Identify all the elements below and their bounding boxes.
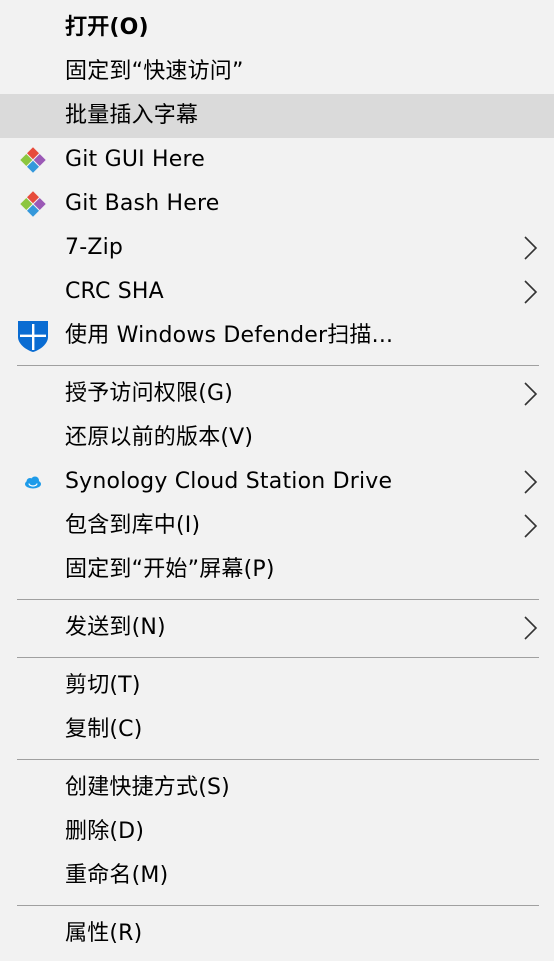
chevron-right-icon	[524, 236, 538, 260]
context-menu: 打开(O) 固定到“快速访问” 批量插入字幕 Git GUI Here Git …	[0, 0, 554, 961]
menu-item-git-bash[interactable]: Git Bash Here	[0, 182, 554, 226]
git-icon	[16, 187, 50, 221]
separator	[0, 592, 554, 606]
menu-item-restore-previous[interactable]: 还原以前的版本(V)	[0, 416, 554, 460]
menu-item-cut[interactable]: 剪切(T)	[0, 664, 554, 708]
menu-item-label: Git Bash Here	[65, 191, 220, 216]
menu-item-properties[interactable]: 属性(R)	[0, 912, 554, 956]
chevron-right-icon	[524, 616, 538, 640]
shield-icon	[16, 319, 50, 353]
cloud-icon	[16, 465, 50, 499]
menu-item-pin-to-start[interactable]: 固定到“开始”屏幕(P)	[0, 548, 554, 592]
menu-item-label: 授予访问权限(G)	[65, 381, 234, 406]
chevron-right-icon	[524, 470, 538, 494]
menu-item-label: 包含到库中(I)	[65, 513, 201, 538]
menu-item-crc-sha[interactable]: CRC SHA	[0, 270, 554, 314]
menu-item-git-gui[interactable]: Git GUI Here	[0, 138, 554, 182]
menu-item-label: CRC SHA	[65, 279, 164, 304]
menu-item-label: 还原以前的版本(V)	[65, 425, 254, 450]
menu-item-copy[interactable]: 复制(C)	[0, 708, 554, 752]
menu-item-label: 属性(R)	[65, 921, 143, 946]
menu-item-label: Synology Cloud Station Drive	[65, 469, 393, 494]
separator	[0, 358, 554, 372]
separator	[0, 650, 554, 664]
menu-item-synology-cloud[interactable]: Synology Cloud Station Drive	[0, 460, 554, 504]
menu-item-label: 7-Zip	[65, 235, 124, 260]
chevron-right-icon	[524, 514, 538, 538]
menu-item-label: 创建快捷方式(S)	[65, 775, 230, 800]
menu-item-label: 批量插入字幕	[65, 103, 199, 128]
menu-item-label: 固定到“开始”屏幕(P)	[65, 557, 275, 582]
menu-item-defender-scan[interactable]: 使用 Windows Defender扫描...	[0, 314, 554, 358]
chevron-right-icon	[524, 280, 538, 304]
menu-item-grant-access[interactable]: 授予访问权限(G)	[0, 372, 554, 416]
menu-item-delete[interactable]: 删除(D)	[0, 810, 554, 854]
menu-item-label: 复制(C)	[65, 717, 143, 742]
menu-item-rename[interactable]: 重命名(M)	[0, 854, 554, 898]
menu-item-label: 使用 Windows Defender扫描...	[65, 323, 394, 348]
menu-item-label: 固定到“快速访问”	[65, 59, 244, 84]
menu-item-label: 重命名(M)	[65, 863, 169, 888]
menu-item-send-to[interactable]: 发送到(N)	[0, 606, 554, 650]
menu-item-batch-insert-subtitles[interactable]: 批量插入字幕	[0, 94, 554, 138]
separator	[0, 752, 554, 766]
menu-item-open[interactable]: 打开(O)	[0, 6, 554, 50]
separator	[0, 898, 554, 912]
menu-item-label: Git GUI Here	[65, 147, 205, 172]
git-icon	[16, 143, 50, 177]
menu-item-label: 发送到(N)	[65, 615, 166, 640]
menu-item-label: 打开(O)	[65, 15, 149, 40]
menu-item-create-shortcut[interactable]: 创建快捷方式(S)	[0, 766, 554, 810]
menu-item-pin-quick-access[interactable]: 固定到“快速访问”	[0, 50, 554, 94]
menu-item-7zip[interactable]: 7-Zip	[0, 226, 554, 270]
menu-item-include-in-library[interactable]: 包含到库中(I)	[0, 504, 554, 548]
menu-item-label: 删除(D)	[65, 819, 145, 844]
menu-item-label: 剪切(T)	[65, 673, 141, 698]
chevron-right-icon	[524, 382, 538, 406]
